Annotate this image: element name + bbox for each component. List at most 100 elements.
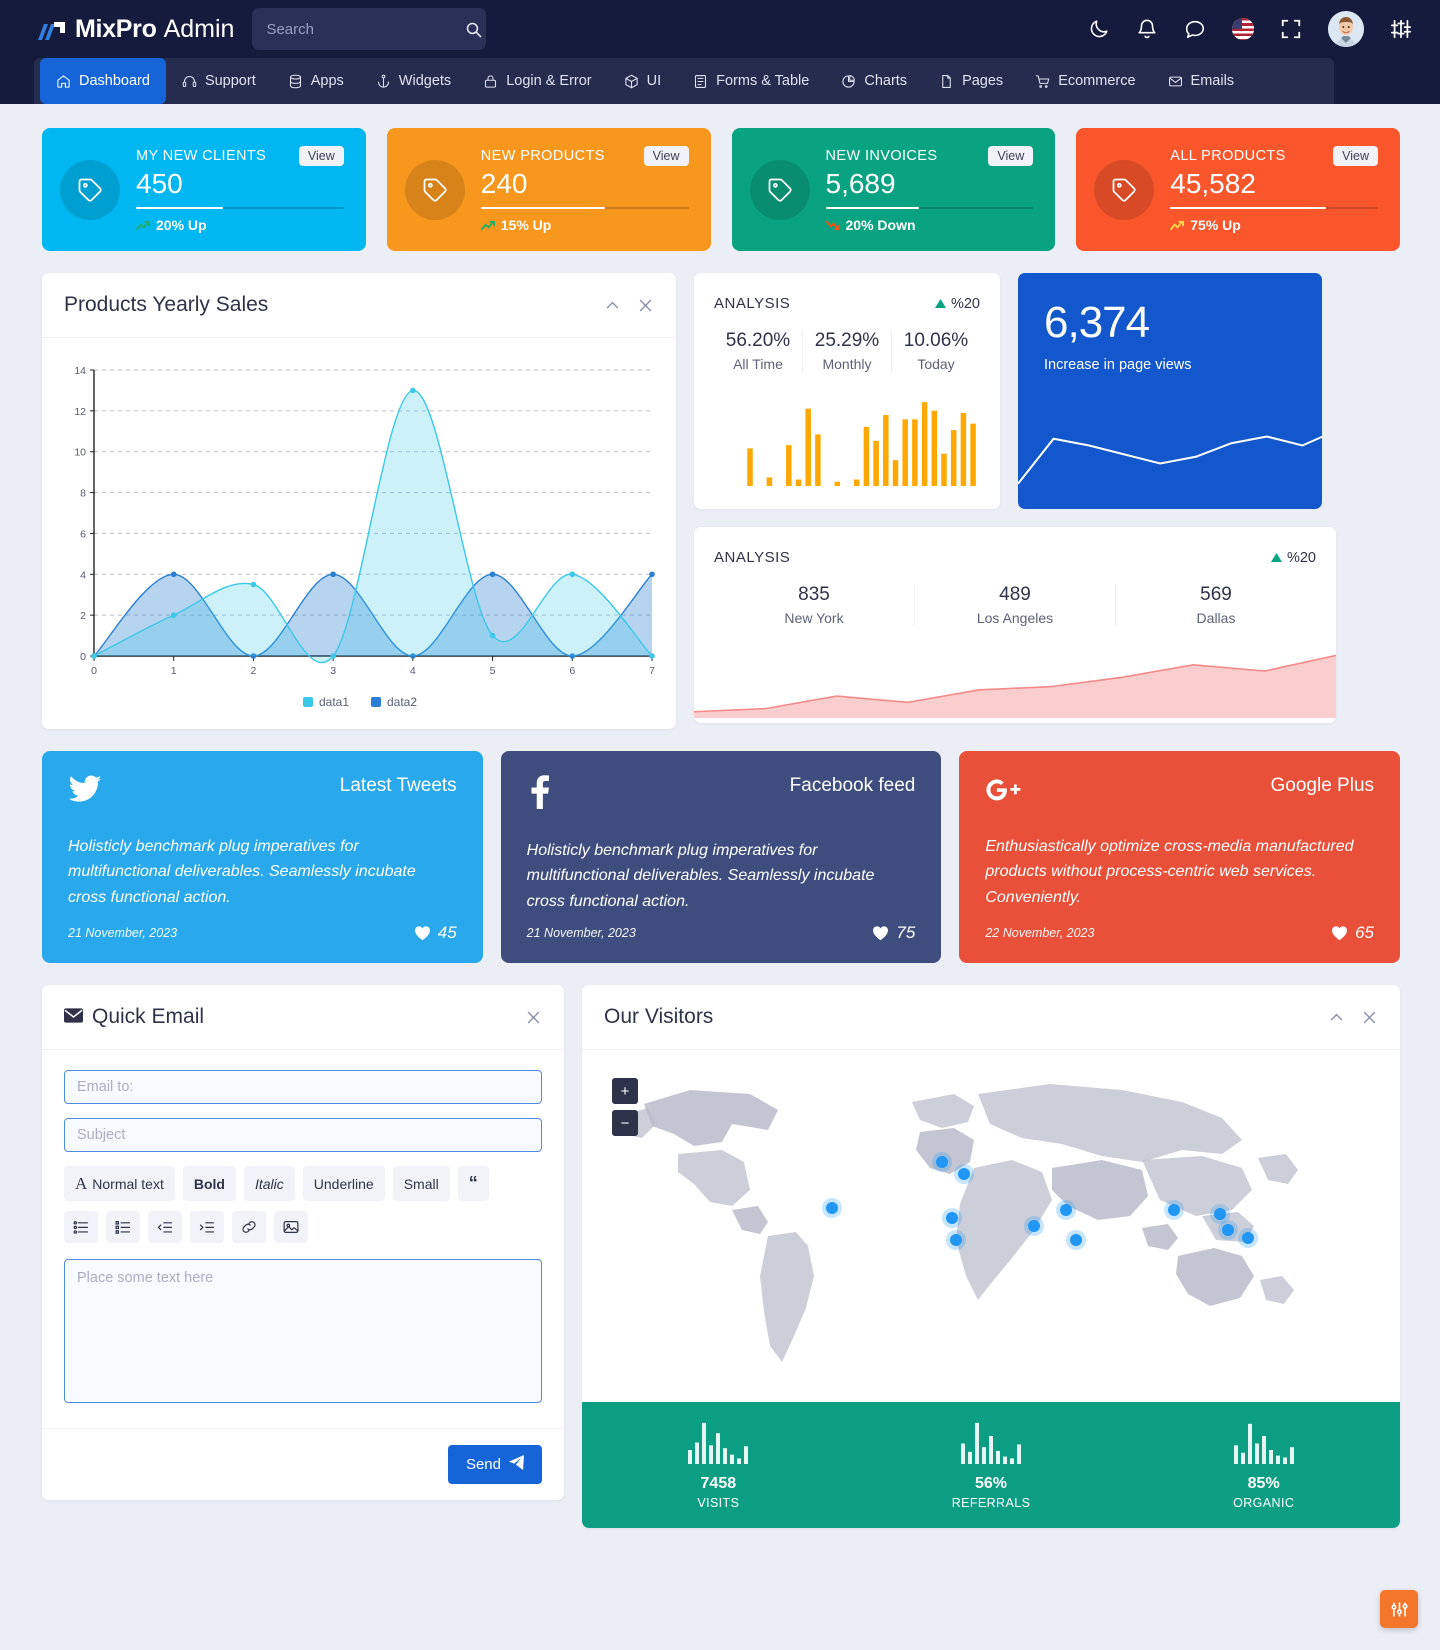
triangle-up-icon <box>1270 550 1282 566</box>
legend-label: data1 <box>318 695 349 709</box>
editor-button-label: Italic <box>254 1175 284 1192</box>
nav-item-emails[interactable]: Emails <box>1152 58 1251 104</box>
nav-item-dashboard[interactable]: Dashboard <box>40 58 166 104</box>
editor-blockquote-button[interactable]: “ <box>457 1166 489 1201</box>
email-subject-field[interactable] <box>64 1118 542 1152</box>
settings-sliders-icon[interactable] <box>1390 18 1412 40</box>
nav-item-widgets[interactable]: Widgets <box>360 58 467 104</box>
map-zoom-controls: + − <box>612 1078 638 1136</box>
fullscreen-icon[interactable] <box>1280 18 1302 40</box>
stat-card-view-button[interactable]: View <box>988 145 1034 166</box>
products-yearly-sales-card: Products Yearly Sales 0 2 4 6 8 10 12 14 0 1 2 3 4 5 6… <box>42 273 676 729</box>
indent-icon[interactable] <box>190 1211 224 1243</box>
chevron-up-icon[interactable] <box>604 297 621 314</box>
visitor-stat-value: 56% <box>974 1475 1008 1492</box>
page-views-sparkline <box>1018 414 1322 509</box>
map-zoom-out-button[interactable]: − <box>612 1110 638 1136</box>
stat-card-progress <box>825 207 1034 210</box>
map-zoom-in-button[interactable]: + <box>612 1078 638 1104</box>
analysis-card-bottom: ANALYSIS %20 835 New York 489 Los Angeles 56… <box>694 527 1336 723</box>
settings-fab-button[interactable] <box>1380 1590 1418 1628</box>
editor-italic-button[interactable]: Italic <box>243 1166 295 1201</box>
svg-text:4: 4 <box>80 569 86 581</box>
social-card-twitter: Latest Tweets Holisticly benchmark plug i… <box>42 751 483 963</box>
email-to-field[interactable] <box>64 1070 542 1104</box>
visitor-stat-organic: 85% ORGANIC <box>1127 1418 1400 1510</box>
social-card-title: Facebook feed <box>789 775 916 796</box>
nav-item-label: Widgets <box>398 73 452 89</box>
stat-card-new-invoices: NEW INVOICES View 5,689 20% Down <box>731 128 1056 251</box>
close-icon[interactable] <box>1361 1009 1378 1026</box>
avatar[interactable] <box>1328 11 1364 47</box>
chart-card-header: Products Yearly Sales <box>42 273 676 338</box>
editor-small-button[interactable]: Small <box>392 1166 450 1201</box>
analysis-stat-column: 56.20% All Time <box>714 330 802 372</box>
stat-card-new-products: NEW PRODUCTS View 240 15% Up <box>386 128 711 251</box>
social-card-date: 21 November, 2023 <box>526 926 636 940</box>
send-button[interactable]: Send <box>447 1445 542 1484</box>
bell-icon[interactable] <box>1136 18 1158 40</box>
send-button-label: Send <box>465 1456 501 1473</box>
stat-card-view-button[interactable]: View <box>643 145 689 166</box>
chevron-up-icon[interactable] <box>1328 1009 1345 1026</box>
page-views-value: 6,374 <box>1044 298 1150 347</box>
nav-item-support[interactable]: Support <box>166 58 272 104</box>
editor-normal-text-button[interactable]: A Normal text <box>64 1166 175 1201</box>
stat-card-title: NEW INVOICES <box>825 147 938 164</box>
nav-item-label: Apps <box>310 73 344 89</box>
legend-swatch <box>302 697 313 707</box>
nav-item-pages[interactable]: Pages <box>923 58 1019 104</box>
search-icon[interactable] <box>465 21 482 38</box>
list-ul-icon[interactable] <box>64 1211 98 1243</box>
file-icon <box>939 74 954 89</box>
image-icon[interactable] <box>274 1211 308 1243</box>
outdent-icon[interactable] <box>148 1211 182 1243</box>
nav-item-ecommerce[interactable]: Ecommerce <box>1019 58 1151 104</box>
nav-item-apps[interactable]: Apps <box>272 58 360 104</box>
legend-item-data1[interactable]: data1 <box>302 695 349 709</box>
brand-name-strong: MixPro <box>75 14 157 43</box>
brand-logo[interactable]: MixPro Admin <box>38 15 234 44</box>
flag-us-icon[interactable] <box>1232 18 1254 40</box>
close-icon[interactable] <box>525 1009 542 1026</box>
close-icon[interactable] <box>637 297 654 314</box>
list-ol-icon[interactable] <box>106 1211 140 1243</box>
social-card-likes[interactable]: 75 <box>872 923 915 943</box>
page-views-card: 6,374 Increase in page views <box>1018 273 1322 509</box>
editor-underline-button[interactable]: Underline <box>302 1166 385 1201</box>
nav-item-login-error[interactable]: Login & Error <box>467 58 607 104</box>
svg-text:3: 3 <box>330 665 336 677</box>
email-body-textarea[interactable] <box>64 1259 542 1403</box>
analysis-percent-value-2: %20 <box>1286 549 1316 566</box>
tag-icon <box>749 159 810 220</box>
stat-card-all-products: ALL PRODUCTS View 45,582 75% Up <box>1076 128 1400 251</box>
moon-icon[interactable] <box>1088 18 1110 40</box>
analysis-stat-caption: All Time <box>733 356 783 372</box>
link-icon[interactable] <box>232 1211 266 1243</box>
social-card-likes[interactable]: 65 <box>1331 923 1374 943</box>
editor-bold-button[interactable]: Bold <box>182 1166 236 1201</box>
stat-card-my-new-clients: MY NEW CLIENTS View 450 20% Up <box>42 128 366 251</box>
trend-up-icon <box>1170 219 1185 232</box>
analysis-area-spark <box>694 646 1336 723</box>
analysis-stat-caption: Dallas <box>1196 610 1236 626</box>
nav-item-charts[interactable]: Charts <box>825 58 923 104</box>
nav-item-label: UI <box>646 73 662 89</box>
stat-card-view-button[interactable]: View <box>1333 145 1378 166</box>
svg-text:6: 6 <box>80 528 86 540</box>
world-map[interactable]: + − <box>582 1050 1400 1402</box>
stat-card-view-button[interactable]: View <box>298 145 344 166</box>
svg-text:1: 1 <box>171 665 177 677</box>
analysis-stat-column: 10.06% Today <box>891 330 980 372</box>
nav-item-forms-table[interactable]: Forms & Table <box>677 58 825 104</box>
legend-item-data2[interactable]: data2 <box>371 695 417 709</box>
social-card-likes[interactable]: 45 <box>414 923 457 943</box>
search-input[interactable] <box>266 20 466 38</box>
chat-icon[interactable] <box>1184 18 1206 40</box>
search-box[interactable] <box>252 8 487 50</box>
stat-card-value: 450 <box>136 167 183 199</box>
nav-item-ui[interactable]: UI <box>608 58 678 104</box>
heart-icon <box>872 925 889 941</box>
analysis-stat-column: 835 New York <box>714 584 914 626</box>
analysis-stat-column: 569 Dallas <box>1115 584 1316 626</box>
